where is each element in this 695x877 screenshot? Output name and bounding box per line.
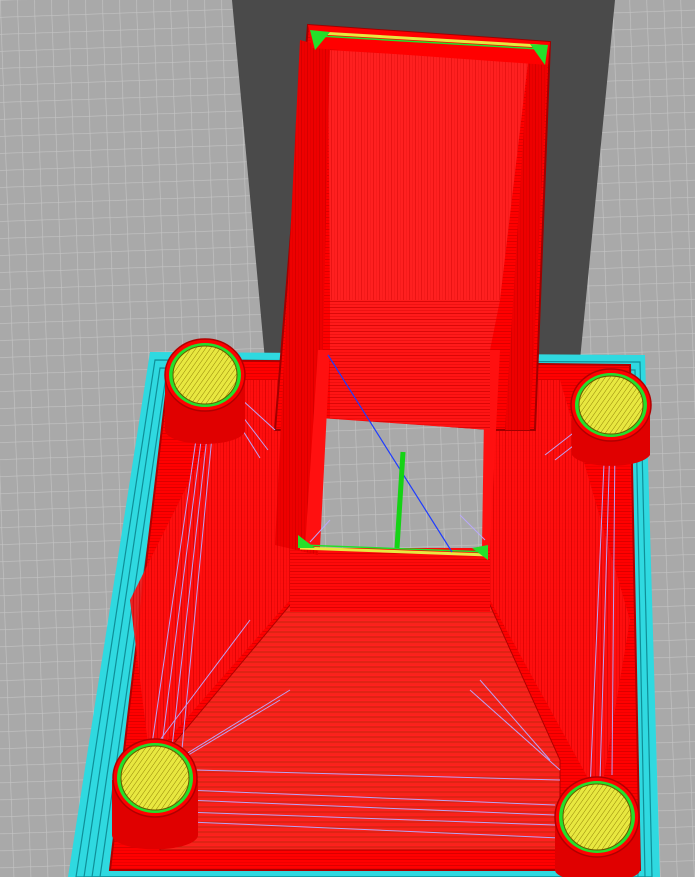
pillar-top-right xyxy=(570,368,652,466)
pillar-top-left xyxy=(164,338,246,444)
layer-view-viewport[interactable] xyxy=(0,0,695,877)
pillar-bottom-right xyxy=(554,776,640,877)
pillar-bottom-left xyxy=(112,738,198,850)
layer-view-canvas[interactable] xyxy=(0,0,695,877)
